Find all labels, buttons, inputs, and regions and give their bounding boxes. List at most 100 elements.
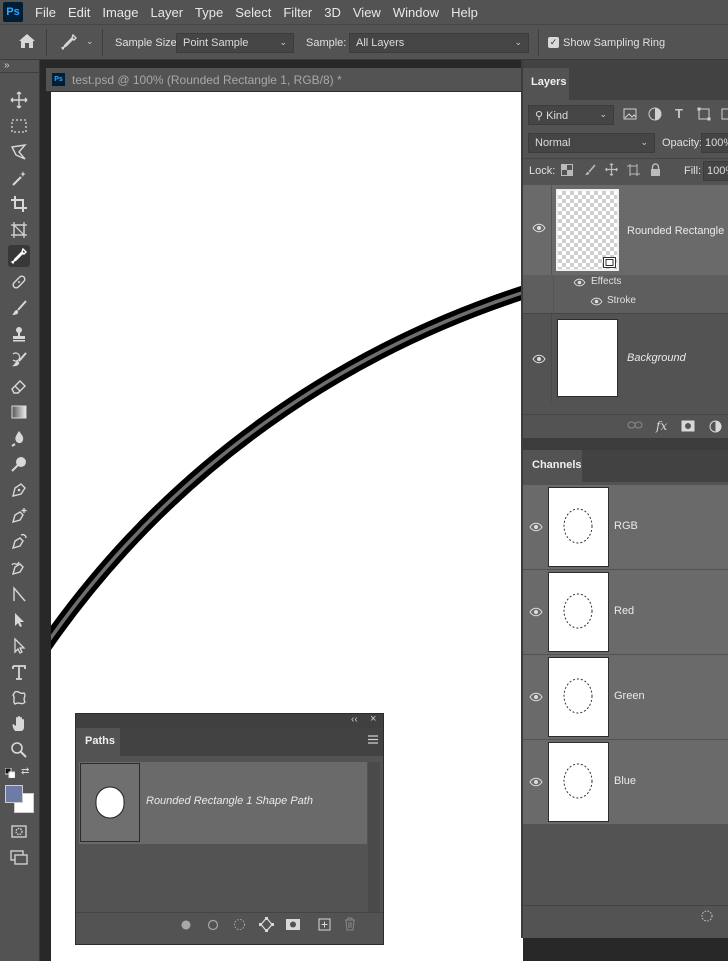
link-layers-icon[interactable]	[627, 420, 643, 433]
eye-icon[interactable]	[532, 223, 546, 236]
add-mask-icon[interactable]	[286, 919, 300, 933]
move-tool-icon[interactable]	[8, 89, 30, 111]
document-tab[interactable]: Ps test.psd @ 100% (Rounded Rectangle 1,…	[46, 68, 526, 92]
history-brush-tool-icon[interactable]	[8, 349, 30, 371]
lock-position-icon[interactable]	[605, 163, 618, 179]
path-selection-tool-icon[interactable]	[8, 609, 30, 631]
layer-row-rounded-rectangle-1[interactable]: Rounded Rectangle 1	[523, 185, 728, 275]
channel-row-red[interactable]: Red	[523, 570, 728, 654]
chevron-down-icon[interactable]: ⌄	[86, 36, 94, 47]
add-layer-style-icon[interactable]: fx	[656, 419, 667, 433]
make-work-path-icon[interactable]	[259, 916, 274, 935]
filter-type-layer-icon[interactable]: T	[675, 106, 683, 121]
sample-dropdown[interactable]: All Layers ⌄	[349, 33, 529, 53]
layer-row-background[interactable]: Background	[523, 313, 728, 402]
home-icon[interactable]	[18, 33, 36, 52]
show-sampling-ring-checkbox[interactable]: ✓	[548, 37, 559, 48]
menu-select[interactable]: Select	[229, 5, 277, 20]
eye-icon[interactable]	[529, 522, 543, 535]
convert-point-tool-icon[interactable]	[8, 583, 30, 605]
lock-artboard-icon[interactable]	[627, 164, 640, 179]
eyedropper-preset-icon[interactable]	[60, 33, 78, 54]
custom-shape-tool-icon[interactable]	[8, 687, 30, 709]
close-icon[interactable]: ×	[370, 713, 376, 725]
delete-path-icon[interactable]	[344, 917, 356, 934]
screen-mode-icon[interactable]	[8, 846, 30, 868]
eye-icon[interactable]	[573, 278, 586, 290]
direct-selection-tool-icon[interactable]	[8, 635, 30, 657]
tab-layers[interactable]: Layers	[523, 68, 569, 100]
eye-icon[interactable]	[590, 297, 603, 309]
layer-name[interactable]: Rounded Rectangle 1	[627, 225, 728, 237]
load-path-as-selection-icon[interactable]	[233, 918, 246, 934]
stroke-path-icon[interactable]	[207, 919, 219, 934]
fill-path-icon[interactable]	[180, 919, 192, 934]
collapse-panel-icon[interactable]: ‹‹	[351, 714, 358, 725]
channel-row-green[interactable]: Green	[523, 655, 728, 739]
type-tool-icon[interactable]	[8, 661, 30, 683]
new-adjustment-layer-icon[interactable]	[709, 420, 722, 436]
blend-mode-dropdown[interactable]: Normal ⌄	[528, 133, 655, 153]
stroke-effect-label[interactable]: Stroke	[607, 295, 636, 306]
clone-stamp-tool-icon[interactable]	[8, 323, 30, 345]
tab-paths[interactable]: Paths	[76, 728, 120, 756]
eye-icon[interactable]	[532, 354, 546, 367]
path-name[interactable]: Rounded Rectangle 1 Shape Path	[146, 795, 313, 807]
channel-row-rgb[interactable]: RGB	[523, 485, 728, 569]
eyedropper-tool-icon[interactable]	[8, 245, 30, 267]
collapse-toolbar-icon[interactable]: »	[4, 60, 10, 71]
menu-3d[interactable]: 3D	[318, 5, 347, 20]
quick-mask-icon[interactable]	[8, 820, 30, 842]
menu-filter[interactable]: Filter	[277, 5, 318, 20]
magic-wand-tool-icon[interactable]	[8, 167, 30, 189]
menu-window[interactable]: Window	[387, 5, 445, 20]
paths-panel-titlebar[interactable]: ‹‹ ×	[76, 713, 383, 728]
blur-tool-icon[interactable]	[8, 427, 30, 449]
effects-label[interactable]: Effects	[591, 276, 621, 287]
lasso-tool-icon[interactable]	[8, 141, 30, 163]
add-mask-icon[interactable]	[681, 420, 695, 435]
menu-file[interactable]: File	[29, 5, 62, 20]
dodge-tool-icon[interactable]	[8, 453, 30, 475]
layer-filter-kind-dropdown[interactable]: ⚲ Kind ⌄	[528, 105, 614, 125]
menu-image[interactable]: Image	[96, 5, 144, 20]
swap-colors-icon[interactable]: ⇄	[21, 766, 29, 777]
add-anchor-point-tool-icon[interactable]	[8, 505, 30, 527]
create-new-path-icon[interactable]	[318, 918, 331, 934]
path-row[interactable]: Rounded Rectangle 1 Shape Path	[79, 762, 367, 844]
menu-layer[interactable]: Layer	[145, 5, 190, 20]
filter-adjustment-layer-icon[interactable]	[648, 107, 662, 124]
rectangular-marquee-tool-icon[interactable]	[8, 115, 30, 137]
channel-row-blue[interactable]: Blue	[523, 740, 728, 824]
load-channel-as-selection-icon[interactable]	[701, 910, 713, 925]
foreground-color-swatch[interactable]	[5, 785, 23, 803]
menu-view[interactable]: View	[347, 5, 387, 20]
eye-icon[interactable]	[529, 607, 543, 620]
panel-menu-icon[interactable]	[368, 735, 378, 747]
eraser-tool-icon[interactable]	[8, 375, 30, 397]
filter-shape-layer-icon[interactable]	[697, 107, 711, 124]
lock-image-pixels-icon[interactable]	[584, 164, 596, 179]
zoom-tool-icon[interactable]	[8, 739, 30, 761]
tab-channels[interactable]: Channels	[523, 450, 582, 482]
freeform-pen-tool-icon[interactable]	[8, 557, 30, 579]
paths-scrollbar[interactable]	[368, 762, 380, 912]
layer-name[interactable]: Background	[627, 352, 686, 364]
filter-pixel-layer-icon[interactable]	[623, 107, 637, 124]
lock-transparent-pixels-icon[interactable]	[561, 164, 573, 179]
gradient-tool-icon[interactable]	[8, 401, 30, 423]
menu-type[interactable]: Type	[189, 5, 229, 20]
eye-icon[interactable]	[529, 692, 543, 705]
opacity-input[interactable]: 100%	[701, 133, 728, 153]
default-colors-icon[interactable]	[4, 767, 16, 781]
pen-tool-icon[interactable]	[8, 479, 30, 501]
crop-tool-icon[interactable]	[8, 193, 30, 215]
lock-all-icon[interactable]	[650, 163, 661, 179]
eye-icon[interactable]	[529, 777, 543, 790]
healing-brush-tool-icon[interactable]	[8, 271, 30, 293]
frame-tool-icon[interactable]	[8, 219, 30, 241]
menu-edit[interactable]: Edit	[62, 5, 96, 20]
hand-tool-icon[interactable]	[8, 713, 30, 735]
menu-help[interactable]: Help	[445, 5, 484, 20]
brush-tool-icon[interactable]	[8, 297, 30, 319]
